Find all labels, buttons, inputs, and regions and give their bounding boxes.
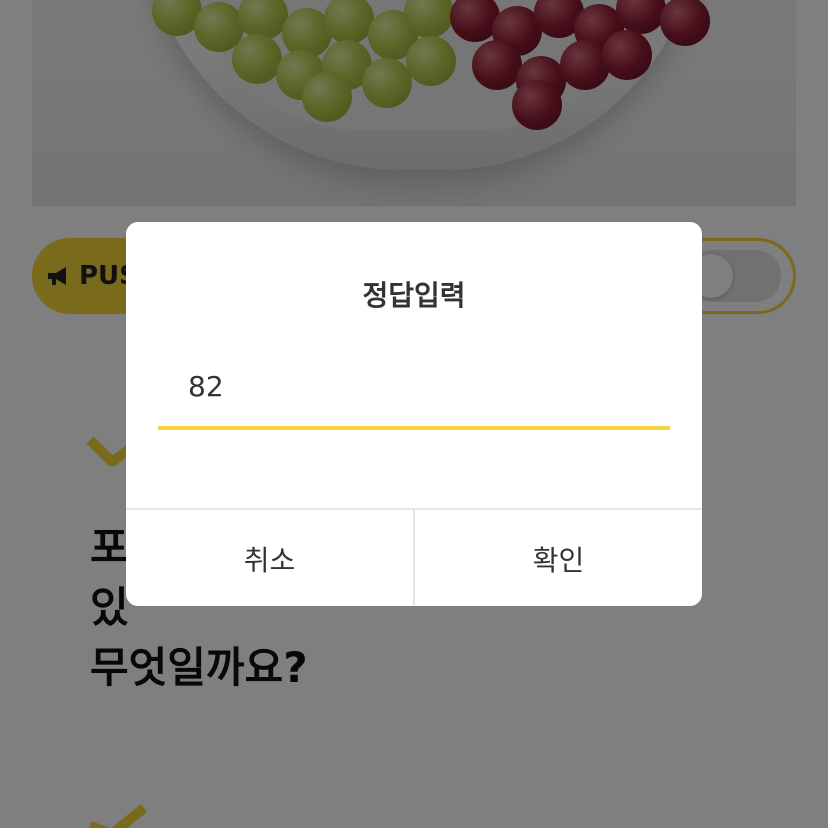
cancel-button[interactable]: 취소: [126, 510, 413, 606]
answer-field-underline: [158, 352, 670, 430]
quiz-page: PUSH 포 있 무엇일까요? 정답입력 취소 확인: [0, 0, 828, 828]
dialog-button-row: 취소 확인: [126, 508, 702, 606]
answer-input[interactable]: [188, 364, 648, 408]
confirm-button[interactable]: 확인: [413, 510, 702, 606]
dialog-title: 정답입력: [362, 279, 466, 312]
answer-dialog: 정답입력 취소 확인: [126, 222, 702, 606]
